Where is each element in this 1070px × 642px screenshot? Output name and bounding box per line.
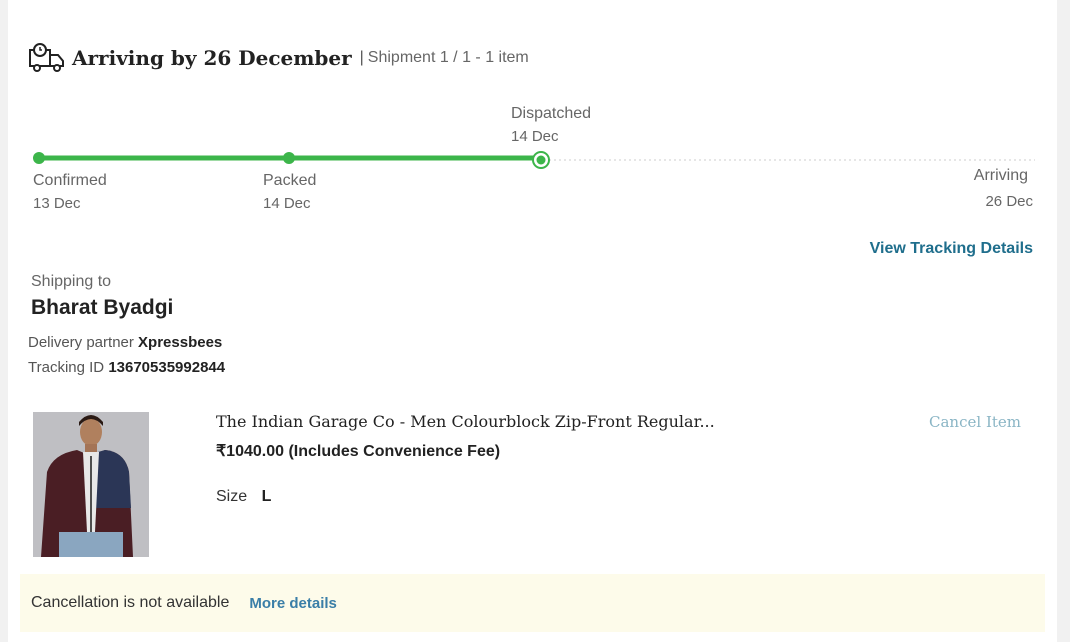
step-date-dispatched: 14 Dec [511,128,559,145]
delivery-truck-icon [29,43,64,72]
shipping-to-label: Shipping to [31,273,112,290]
step-label-arriving: Arriving [973,167,1028,184]
size-label: Size [216,488,248,505]
tracking-id-label: Tracking ID [28,359,105,376]
title-separator: | [359,49,364,66]
tracking-id-row: Tracking ID 13670535992844 [28,359,225,376]
view-tracking-link[interactable]: View Tracking Details [870,240,1033,258]
step-label-dispatched: Dispatched [511,105,592,122]
order-card: Arriving by 26 December | Shipment 1 / 1… [8,0,1057,642]
cancellation-message: Cancellation is not available [31,594,230,611]
step-label-packed: Packed [263,172,317,189]
delivery-partner-label: Delivery partner [28,334,134,351]
step-date-confirmed: 13 Dec [33,195,81,212]
shipment-header: Arriving by 26 December | Shipment 1 / 1… [28,40,529,76]
shipment-count: Shipment 1 / 1 - 1 item [367,49,529,66]
cancellation-notice: Cancellation is not available More detai… [20,574,1045,632]
timeline-dot-packed [283,152,295,164]
delivery-partner-row: Delivery partner Xpressbees [28,334,222,351]
recipient-name: Bharat Byadgi [31,296,174,319]
timeline-dot-confirmed [33,152,45,164]
size-value: L [261,488,272,505]
step-date-packed: 14 Dec [263,195,311,212]
more-details-link[interactable]: More details [249,595,337,612]
product-title[interactable]: The Indian Garage Co - Men Colourblock Z… [216,412,715,431]
product-price: ₹1040.00 (Includes Convenience Fee) [216,443,501,460]
timeline-dot-dispatched-inner [536,155,546,165]
arrival-title: Arriving by 26 December [72,46,352,70]
tracking-id-value: 13670535992844 [108,359,226,376]
cancel-item-button[interactable]: Cancel Item [929,413,1021,431]
delivery-partner-value: Xpressbees [138,334,223,351]
step-label-confirmed: Confirmed [33,172,107,189]
order-timeline: Dispatched 14 Dec Confirmed 13 Dec Packe… [8,100,1057,220]
product-image[interactable] [33,412,149,557]
product-size-row: Size L [216,488,271,506]
step-date-arriving: 26 Dec [985,193,1033,210]
